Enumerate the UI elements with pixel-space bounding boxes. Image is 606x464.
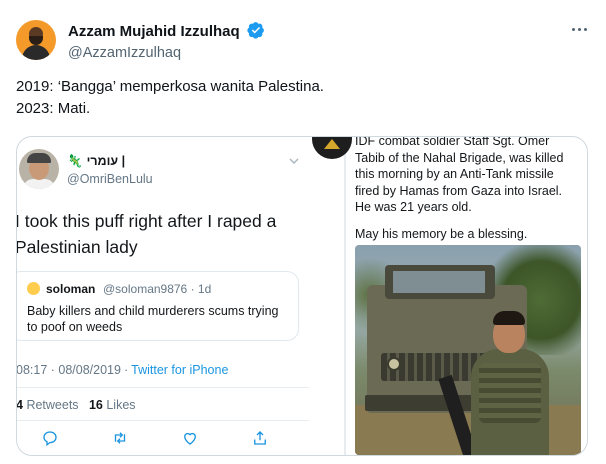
author-block: Azzam Mujahid Izzulhaq @AzzamIzzulhaq [68, 21, 265, 63]
idf-logo [312, 137, 352, 159]
soldier-photo [355, 245, 581, 455]
like-icon [181, 429, 199, 447]
divider [17, 387, 309, 388]
divider [17, 420, 309, 421]
embedded-handle: @OmriBenLulu [67, 172, 153, 186]
embedded-avatar [19, 149, 59, 189]
tweet-line-1: 2019: ‘Bangga’ memperkosa wanita Palesti… [16, 78, 324, 95]
media-divider [344, 137, 346, 455]
embedded-name: 🦎 עומרי | [67, 154, 126, 168]
embedded-stats: 4 Retweets 16 Likes [16, 398, 136, 412]
embedded-actions [41, 427, 281, 449]
lizard-emoji-icon: 🦎 [67, 154, 83, 168]
tweet-text: 2019: ‘Bangga’ memperkosa wanita Palesti… [16, 76, 324, 120]
verified-icon [247, 22, 265, 39]
quote-name: soloman [46, 282, 96, 296]
embedded-tweet-text: I took this puff right after I raped a P… [16, 211, 277, 257]
author-handle[interactable]: @AzzamIzzulhaq [68, 44, 265, 63]
quote-text: Baby killers and child murderers scums t… [27, 304, 279, 334]
share-icon [251, 429, 269, 447]
embedded-timestamp: 08:17 · 08/08/2019 · Twitter for iPhone [16, 363, 229, 377]
tweet-line-2: 2023: Mati. [16, 100, 91, 117]
author-name[interactable]: Azzam Mujahid Izzulhaq [68, 22, 240, 41]
tweet-media[interactable]: 🦎 עומרי | @OmriBenLulu I took this puff r… [16, 136, 588, 456]
quoted-reply: soloman @soloman9876 · 1d Baby killers a… [17, 271, 299, 341]
reply-icon [41, 429, 59, 447]
retweet-icon [111, 429, 129, 447]
chevron-down-icon [289, 158, 299, 164]
more-icon[interactable] [570, 22, 590, 38]
author-avatar[interactable] [16, 20, 56, 60]
quote-meta: @soloman9876 · 1d [103, 282, 212, 296]
quote-avatar-icon [27, 282, 40, 295]
memory-text: May his memory be a blessing. [355, 227, 528, 241]
announcement-text: IDF combat soldier Staff Sgt. Omer Tabib… [355, 136, 564, 214]
